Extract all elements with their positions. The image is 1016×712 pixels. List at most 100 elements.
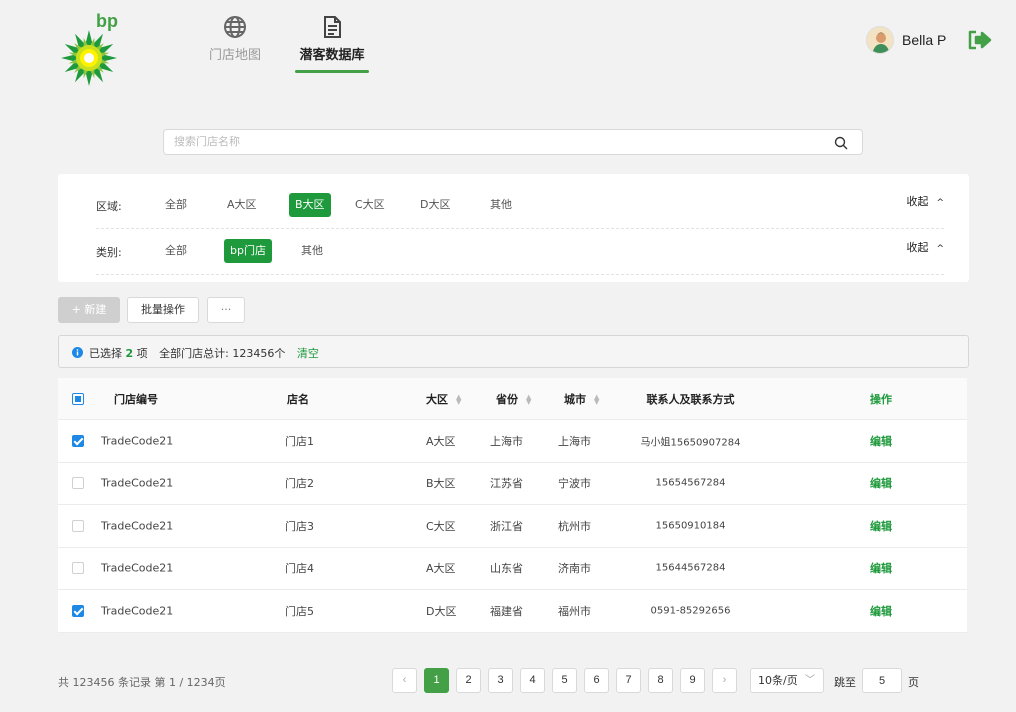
info-icon [72,347,83,358]
store-region: D大区 [426,604,457,618]
total-count: 全部门店总计: 123456个 [159,347,286,360]
edit-link[interactable]: 编辑 [870,433,892,449]
page-size-value: 10条/页 [758,674,798,687]
chevron-up-icon: ^ [936,198,944,208]
edit-link[interactable]: 编辑 [870,518,892,534]
store-province: 江苏省 [490,477,523,491]
select-all-checkbox[interactable] [72,392,84,405]
store-name: 门店1 [285,434,314,448]
store-code: TradeCode21 [101,604,174,618]
clear-selection-link[interactable]: 清空 [297,347,319,360]
filter-option-region-d[interactable]: D大区 [414,193,456,217]
store-contact: 15644567284 [655,562,726,574]
column-header-contact: 联系人及联系方式 [646,392,735,406]
document-icon [319,14,345,40]
search-input[interactable] [174,135,814,148]
store-table: 门店编号 店名 大区 ▲ ▼ 省份 ▲ ▼ 城市 ▲ ▼ 联系人及联系方式 操作 Trade… [58,378,967,633]
store-contact: 马小姐15650907284 [640,437,741,449]
store-name: 门店4 [285,562,314,576]
page-size-select[interactable]: 10条/页 ﹀ [750,668,824,693]
new-button[interactable]: + 新建 [58,297,120,323]
filter-option-region-b[interactable]: B大区 [289,193,331,217]
store-region: C大区 [426,519,456,533]
column-header-region[interactable]: 大区 ▲ ▼ [426,391,461,407]
page-button-3[interactable]: 3 [488,668,513,693]
column-header-city[interactable]: 城市 ▲ ▼ [564,391,599,407]
sort-icon[interactable]: ▲ ▼ [456,393,461,405]
avatar[interactable] [866,26,894,54]
page-button-2[interactable]: 2 [456,668,481,693]
svg-text:bp: bp [96,12,118,31]
store-code: TradeCode21 [101,561,174,575]
table-row: TradeCode21 门店3 C大区 浙江省 杭州市 15650910184 … [58,505,967,548]
nav-item-store-map[interactable]: 门店地图 [205,14,265,63]
page-button-1[interactable]: 1 [424,668,449,693]
jump-page-input[interactable] [862,668,902,693]
filter-row-category: 类别: 全部 bp门店 其他 收起 ^ [96,229,944,275]
page-suffix-label: 页 [908,676,919,689]
search-icon[interactable] [834,136,848,150]
alert-unit: 项 [136,347,148,360]
nav-label: 门店地图 [208,48,261,63]
filter-option-region-c[interactable]: C大区 [349,193,391,217]
store-province: 浙江省 [490,519,523,533]
page-button-8[interactable]: 8 [648,668,673,693]
page-button-5[interactable]: 5 [552,668,577,693]
row-checkbox[interactable] [72,604,84,617]
filter-option-all[interactable]: 全部 [159,193,193,217]
edit-link[interactable]: 编辑 [870,603,892,619]
row-checkbox[interactable] [72,477,84,490]
filter-option-all[interactable]: 全部 [159,239,193,263]
alert-text: 已选择 2 项 全部门店总计: 123456个 清空 [89,345,319,361]
sort-icon[interactable]: ▲ ▼ [526,393,531,405]
filter-label-region: 区域: [96,200,122,213]
page-button-7[interactable]: 7 [616,668,641,693]
nav-label: 潜客数据库 [299,48,365,63]
batch-operation-button[interactable]: 批量操作 [127,297,199,323]
chevron-up-icon: ^ [936,244,944,254]
collapse-label: 收起 [906,241,929,254]
page-button-4[interactable]: 4 [520,668,545,693]
filter-option-other[interactable]: 其他 [484,193,518,217]
row-checkbox[interactable] [72,434,84,447]
sort-icon[interactable]: ▲ ▼ [594,393,599,405]
store-code: TradeCode21 [101,519,174,533]
filter-option-other[interactable]: 其他 [295,239,329,263]
store-contact: 15654567284 [655,477,726,489]
page-button-6[interactable]: 6 [584,668,609,693]
row-checkbox[interactable] [72,562,84,575]
store-name: 门店3 [285,519,314,533]
filter-option-bp-store[interactable]: bp门店 [224,239,272,263]
store-name: 门店2 [285,477,314,491]
table-row: TradeCode21 门店4 A大区 山东省 济南市 15644567284 … [58,548,967,590]
search-box [163,129,863,155]
collapse-toggle[interactable]: 收起 ^ [906,239,944,255]
alert-prefix: 已选择 [89,347,122,360]
prev-page-button[interactable]: ‹ [392,668,417,693]
collapse-toggle[interactable]: 收起 ^ [906,193,944,209]
store-city: 宁波市 [558,477,591,491]
user-name: Bella P [902,32,947,48]
next-page-button[interactable]: › [712,668,737,693]
table-header: 门店编号 店名 大区 ▲ ▼ 省份 ▲ ▼ 城市 ▲ ▼ 联系人及联系方式 操作 [58,378,967,420]
column-header-province[interactable]: 省份 ▲ ▼ [496,391,531,407]
filter-label-category: 类别: [96,246,122,259]
store-province: 山东省 [490,562,523,576]
filter-option-region-a[interactable]: A大区 [221,193,263,217]
edit-link[interactable]: 编辑 [870,560,892,576]
more-button[interactable]: ··· [207,297,245,323]
column-header-label: 城市 [564,392,586,406]
page-button-9[interactable]: 9 [680,668,705,693]
user-menu[interactable]: Bella P [866,26,946,54]
edit-link[interactable]: 编辑 [870,475,892,491]
chevron-down-icon: ﹀ [805,675,815,686]
jump-label: 跳至 [834,676,856,689]
store-city: 上海市 [558,434,591,448]
table-row: TradeCode21 门店2 B大区 江苏省 宁波市 15654567284 … [58,463,967,505]
nav-item-prospect-database[interactable]: 潜客数据库 [295,14,369,63]
selection-alert: 已选择 2 项 全部门店总计: 123456个 清空 [58,335,969,368]
store-code: TradeCode21 [101,434,174,448]
selected-count: 2 [125,347,134,360]
logout-icon[interactable] [967,29,993,51]
row-checkbox[interactable] [72,519,84,532]
